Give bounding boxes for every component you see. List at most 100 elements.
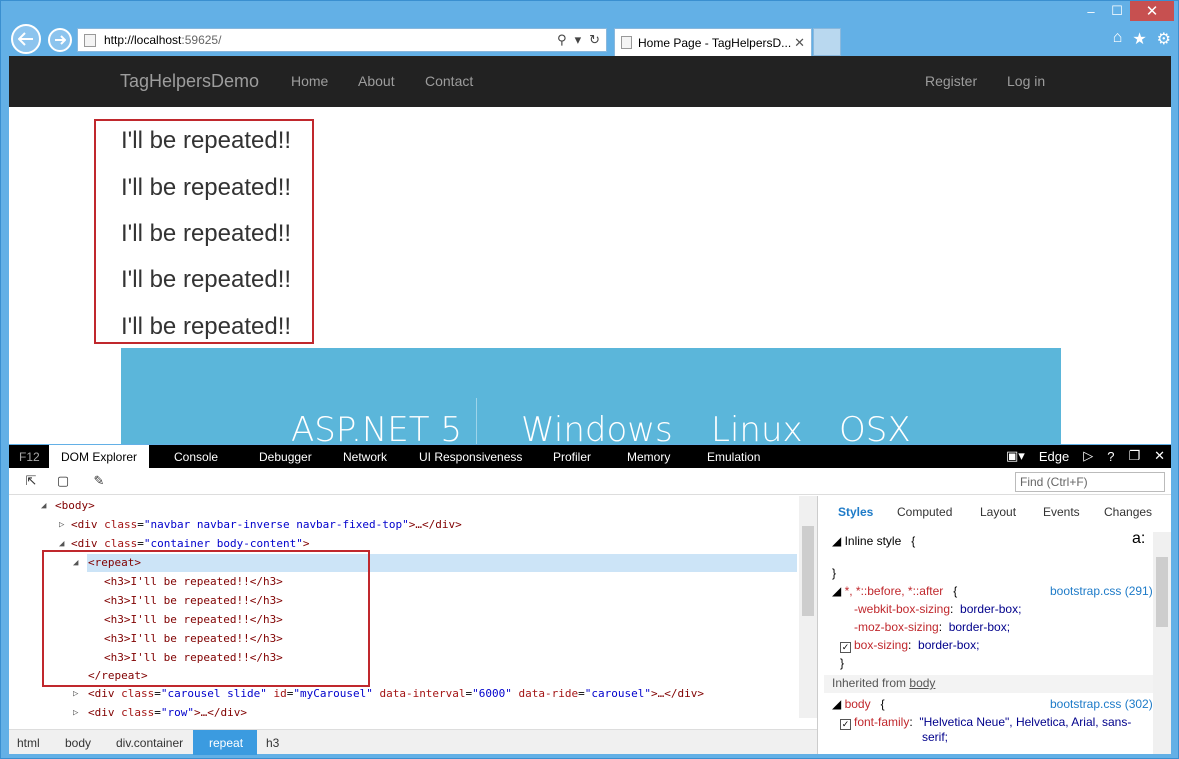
- f12-label: F12: [19, 450, 40, 464]
- refresh-icon[interactable]: ↻: [589, 32, 600, 48]
- crumb-div-container[interactable]: div.container: [116, 736, 183, 750]
- tab-styles[interactable]: Styles: [838, 505, 873, 519]
- repeated-heading: I'll be repeated!!: [121, 220, 292, 247]
- devtools-right-tools: ▣▾ Edge ▷ ? ❐ ✕: [1006, 448, 1165, 464]
- carousel-banner: ASP.NET 5 Windows Linux OSX: [121, 348, 1061, 444]
- tab-ui-responsiveness[interactable]: UI Responsiveness: [419, 450, 522, 464]
- css-value-continued: serif;: [922, 730, 949, 744]
- window-controls: – ☐ ✕: [1078, 1, 1174, 23]
- tab-computed[interactable]: Computed: [897, 505, 952, 519]
- color-picker-icon[interactable]: ✎: [91, 473, 107, 489]
- tab-console[interactable]: Console: [174, 450, 218, 464]
- search-icon[interactable]: ⚲: [557, 32, 567, 48]
- font-toggle-icon[interactable]: a:: [1132, 530, 1145, 548]
- styles-pane: Styles Computed Layout Events Changes ◢ …: [817, 496, 1171, 754]
- inline-style-rule[interactable]: ◢ Inline style {: [832, 534, 915, 548]
- url-host: http://localhost: [104, 33, 182, 47]
- tab-dom-explorer[interactable]: DOM Explorer: [49, 445, 150, 468]
- tab-profiler[interactable]: Profiler: [553, 450, 591, 464]
- back-button[interactable]: [11, 24, 41, 54]
- browser-navigation-bar: http://localhost:59625/ ⚲ ▾ ↻ Home Page …: [7, 23, 1173, 56]
- scroll-thumb[interactable]: [1156, 557, 1168, 627]
- tab-memory[interactable]: Memory: [627, 450, 670, 464]
- css-property[interactable]: ✓ font-family: "Helvetica Neue", Helvetic…: [840, 715, 1131, 730]
- dom-node-row[interactable]: <div class="row">…</div>: [88, 703, 247, 722]
- dom-node-navbar[interactable]: <div class="navbar navbar-inverse navbar…: [71, 515, 462, 534]
- close-tab-icon[interactable]: ✕: [794, 35, 805, 51]
- checkbox-icon[interactable]: ✓: [840, 719, 851, 730]
- dom-scrollbar[interactable]: [799, 496, 817, 718]
- dropdown-icon[interactable]: ▾: [575, 32, 582, 48]
- address-tools: ⚲ ▾ ↻: [557, 32, 600, 48]
- dom-node-body[interactable]: <body>: [55, 496, 95, 515]
- address-bar[interactable]: http://localhost:59625/ ⚲ ▾ ↻: [77, 28, 607, 52]
- devtools-panel: F12 DOM Explorer Console Debugger Networ…: [9, 445, 1171, 755]
- expand-icon[interactable]: ▷: [59, 520, 64, 530]
- tab-emulation[interactable]: Emulation: [707, 450, 760, 464]
- page-viewport: TagHelpersDemo Home About Contact Regist…: [9, 56, 1171, 444]
- select-element-icon[interactable]: ⇱: [23, 473, 39, 489]
- checkbox-icon[interactable]: ✓: [840, 642, 851, 653]
- css-property[interactable]: ✓ box-sizing: border-box;: [840, 638, 979, 653]
- star-icon[interactable]: ★: [1132, 29, 1146, 49]
- crumb-repeat[interactable]: repeat: [193, 730, 258, 755]
- highlight-box: [42, 550, 370, 687]
- browser-tab[interactable]: Home Page - TagHelpersD... ✕: [614, 28, 812, 56]
- nav-contact[interactable]: Contact: [425, 73, 473, 89]
- styles-scrollbar[interactable]: [1153, 532, 1171, 754]
- scroll-thumb[interactable]: [802, 526, 814, 616]
- forward-button[interactable]: [48, 28, 72, 52]
- back-arrow-icon: [18, 32, 33, 46]
- crumb-html[interactable]: html: [17, 736, 40, 750]
- site-brand[interactable]: TagHelpersDemo: [120, 71, 259, 92]
- tab-network[interactable]: Network: [343, 450, 387, 464]
- browser-window: – ☐ ✕ http://localhost:59625/ ⚲ ▾ ↻ Home…: [0, 0, 1179, 759]
- tab-debugger[interactable]: Debugger: [259, 450, 312, 464]
- css-property[interactable]: -moz-box-sizing: border-box;: [854, 620, 1010, 634]
- undock-icon[interactable]: ❐: [1128, 448, 1140, 464]
- gear-icon[interactable]: ⚙: [1157, 29, 1171, 49]
- tab-changes[interactable]: Changes: [1104, 505, 1152, 519]
- maximize-button[interactable]: ☐: [1104, 1, 1130, 21]
- inherited-header: Inherited from body: [824, 675, 1154, 693]
- monitor-icon[interactable]: ▣▾: [1006, 448, 1025, 464]
- repeated-heading: I'll be repeated!!: [121, 266, 292, 293]
- site-navbar: TagHelpersDemo Home About Contact Regist…: [9, 56, 1171, 107]
- highlight-box-icon[interactable]: ▢: [55, 473, 71, 489]
- nav-home[interactable]: Home: [291, 73, 328, 89]
- css-property[interactable]: -webkit-box-sizing: border-box;: [854, 602, 1021, 616]
- banner-windows: Windows: [521, 410, 673, 444]
- devtools-tabbar: F12 DOM Explorer Console Debugger Networ…: [9, 445, 1171, 468]
- crumb-h3[interactable]: h3: [266, 736, 279, 750]
- universal-rule[interactable]: ◢ *, *::before, *::after {: [832, 584, 957, 598]
- source-link[interactable]: bootstrap.css (302): [1050, 697, 1153, 711]
- body-rule[interactable]: ◢ body {: [832, 697, 885, 711]
- new-tab-button[interactable]: [813, 28, 841, 56]
- banner-divider: [476, 398, 477, 444]
- close-devtools-icon[interactable]: ✕: [1154, 448, 1165, 464]
- document-mode[interactable]: Edge: [1039, 449, 1069, 464]
- repeated-heading: I'll be repeated!!: [121, 174, 292, 201]
- collapse-icon[interactable]: ◢: [59, 539, 64, 549]
- help-icon[interactable]: ?: [1107, 449, 1114, 464]
- minimize-button[interactable]: –: [1078, 1, 1104, 21]
- find-input[interactable]: Find (Ctrl+F): [1015, 472, 1165, 492]
- source-link[interactable]: bootstrap.css (291): [1050, 584, 1153, 598]
- expand-icon[interactable]: ▷: [73, 689, 78, 699]
- close-button[interactable]: ✕: [1130, 1, 1174, 21]
- crumb-body[interactable]: body: [65, 736, 91, 750]
- console-icon[interactable]: ▷: [1083, 448, 1093, 464]
- nav-about[interactable]: About: [358, 73, 395, 89]
- breadcrumb: html body div.container repeat h3: [9, 729, 817, 755]
- rule-close-brace: }: [832, 566, 837, 580]
- dom-toolbar: ⇱ ▢ ✎ Find (Ctrl+F): [9, 468, 1171, 495]
- page-icon: [621, 36, 632, 49]
- nav-register[interactable]: Register: [925, 73, 977, 89]
- tab-layout[interactable]: Layout: [980, 505, 1016, 519]
- expand-icon[interactable]: ▷: [73, 708, 78, 718]
- collapse-icon[interactable]: ◢: [41, 501, 46, 511]
- tab-title: Home Page - TagHelpersD...: [638, 35, 792, 50]
- nav-login[interactable]: Log in: [1007, 73, 1045, 89]
- tab-events[interactable]: Events: [1043, 505, 1080, 519]
- home-icon[interactable]: ⌂: [1113, 29, 1123, 49]
